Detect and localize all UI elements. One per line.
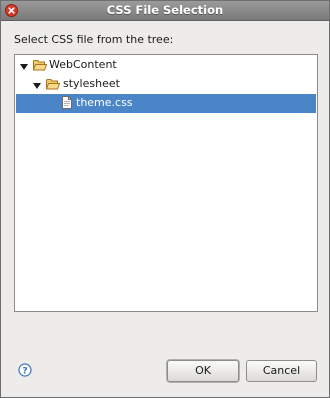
css-file-icon (62, 96, 72, 109)
help-icon[interactable]: ? (18, 363, 32, 377)
expand-triangle-icon[interactable] (32, 80, 42, 89)
window-title: CSS File Selection (106, 3, 224, 17)
ok-button[interactable]: OK (167, 360, 239, 382)
instruction-label: Select CSS file from the tree: (14, 33, 174, 46)
tree-item-webcontent[interactable]: WebContent (16, 56, 316, 75)
title-bar[interactable]: CSS File Selection (1, 1, 329, 21)
tree-item-label: stylesheet (63, 77, 120, 90)
folder-open-icon (32, 59, 48, 71)
cancel-button[interactable]: Cancel (246, 360, 317, 382)
tree-item-label: theme.css (76, 96, 133, 109)
svg-text:?: ? (22, 367, 27, 377)
expand-triangle-icon[interactable] (19, 61, 29, 70)
file-tree[interactable]: WebContent stylesheet theme.css (14, 54, 318, 312)
tree-item-label: WebContent (49, 58, 117, 71)
folder-open-icon (45, 78, 61, 90)
tree-item-stylesheet[interactable]: stylesheet (16, 75, 316, 94)
tree-item-theme-css[interactable]: theme.css (16, 94, 316, 113)
dialog-window: CSS File Selection Select CSS file from … (0, 0, 330, 398)
